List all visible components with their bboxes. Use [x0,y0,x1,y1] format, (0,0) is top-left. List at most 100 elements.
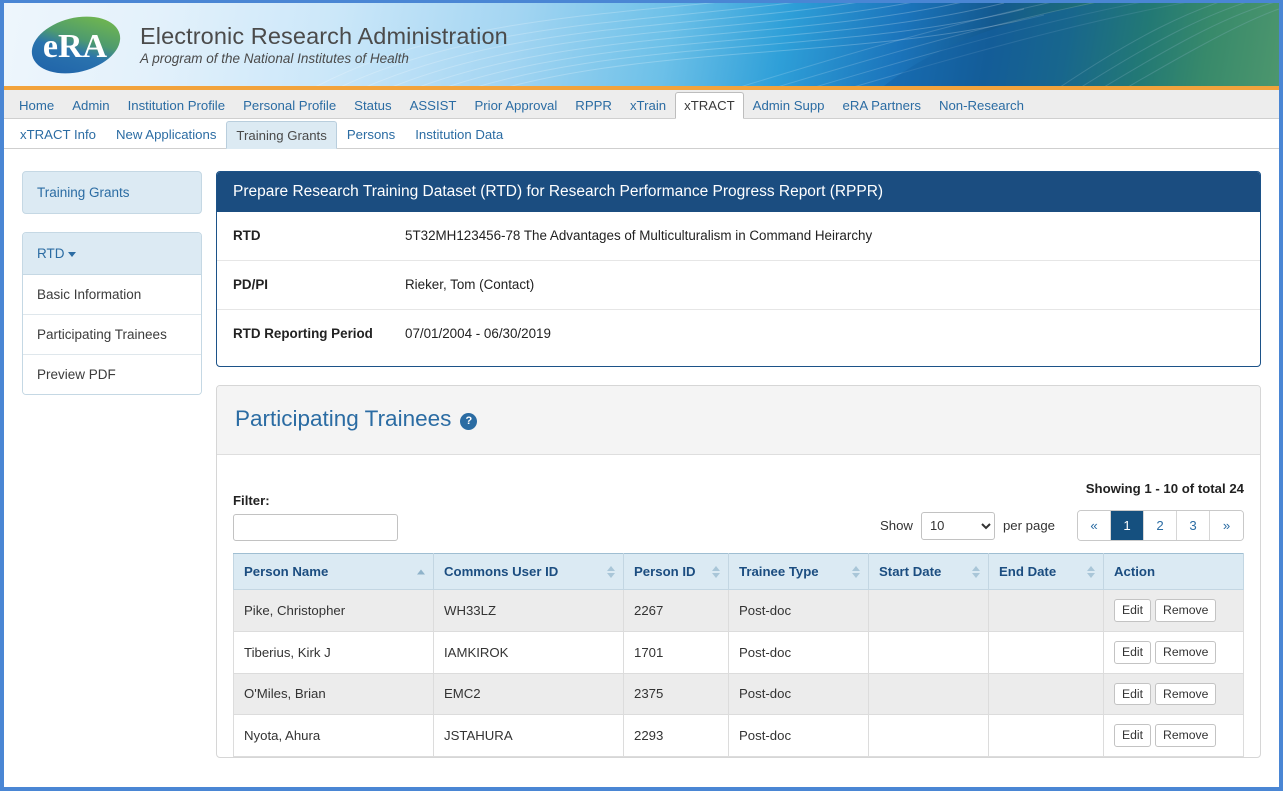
subnav-item-institution-data[interactable]: Institution Data [405,121,513,148]
cell-trainee-type: Post-doc [728,714,869,757]
sidebar-item-preview-pdf[interactable]: Preview PDF [23,355,201,394]
pagination-page-prev[interactable]: « [1078,511,1111,541]
edit-button[interactable]: Edit [1114,682,1152,706]
subnav-item-xtract-info[interactable]: xTRACT Info [10,121,106,148]
rtd-panel: Prepare Research Training Dataset (RTD) … [216,171,1261,368]
rtd-panel-header: Prepare Research Training Dataset (RTD) … [217,172,1260,212]
edit-button[interactable]: Edit [1114,724,1152,747]
remove-button[interactable]: Remove [1155,682,1217,706]
column-header-label: Person ID [634,564,696,580]
cell-trainee-type: Post-doc [728,589,869,632]
nav-item-admin[interactable]: Admin [63,92,118,118]
sidebar-item-training-grants[interactable]: Training Grants [22,171,202,214]
cell-person-name: Tiberius, Kirk J [233,630,434,674]
filter-input[interactable] [233,514,398,542]
sort-both-icon [712,565,720,578]
nav-item-status[interactable]: Status [345,92,400,118]
table-header-row: Person Name Commons User ID Person ID Train… [233,553,1244,591]
column-header-end-date[interactable]: End Date [988,553,1104,591]
per-page-select[interactable]: 102550100 [920,511,995,540]
column-header-label: Action [1114,564,1156,580]
sort-both-icon [852,565,860,578]
sidebar-item-participating-trainees[interactable]: Participating Trainees [23,315,201,355]
column-header-label: End Date [999,564,1057,580]
subnav-item-new-applications[interactable]: New Applications [106,121,226,148]
nav-item-xtrain[interactable]: xTrain [621,92,675,118]
pagination-tools: Showing 1 - 10 of total 24 Show 10255010… [879,481,1244,542]
nav-item-xtract[interactable]: xTRACT [675,92,744,119]
help-icon[interactable]: ? [460,412,478,430]
cell-person-id: 2267 [623,589,729,632]
cell-trainee-type: Post-doc [728,630,869,674]
pager-row: Show 102550100 per page «123» [879,510,1244,542]
rtd-row: RTD Reporting Period 07/01/2004 - 06/30/2… [217,310,1260,366]
column-header-person-id[interactable]: Person ID [623,553,729,591]
chevron-down-icon [67,251,76,257]
nav-item-era-partners[interactable]: eRA Partners [834,92,930,118]
nav-item-non-research[interactable]: Non-Research [930,92,1033,118]
column-header-label: Person Name [244,564,329,580]
primary-navigation: Home Admin Institution Profile Personal Pro… [4,90,1279,119]
nav-item-rppr[interactable]: RPPR [566,92,621,118]
column-header-action: Action [1103,553,1244,591]
remove-button[interactable]: Remove [1155,724,1217,747]
cell-start-date [868,630,989,674]
pagination-page-2[interactable]: 2 [1144,511,1177,541]
sidebar-rtd-header[interactable]: RTD [23,233,201,275]
rtd-row-value: Rieker, Tom (Contact) [405,277,535,293]
column-header-commons-user-id[interactable]: Commons User ID [433,553,624,591]
cell-action: Edit Remove [1103,630,1244,674]
remove-button[interactable]: Remove [1155,599,1217,622]
sidebar-section-label: Training Grants [37,185,130,200]
showing-count: Showing 1 - 10 of total 24 [1085,481,1244,497]
era-logo[interactable]: eRA [28,14,124,76]
pagination-page-1[interactable]: 1 [1111,511,1144,541]
cell-person-name: Nyota, Ahura [233,714,434,757]
show-label: Show [879,518,913,534]
site-banner: eRA Electronic Research Administration A… [4,3,1279,86]
cell-end-date [988,630,1104,674]
page-content: Training Grants RTD Basic Information Par… [4,149,1279,758]
per-page-label: per page [1002,518,1055,534]
edit-button[interactable]: Edit [1114,599,1152,622]
table-row: Tiberius, Kirk J IAMKIROK 1701 Post-doc Edit… [233,630,1244,674]
sidebar-item-basic-information[interactable]: Basic Information [23,275,201,315]
sort-both-icon [972,565,980,578]
nav-item-home[interactable]: Home [10,92,63,118]
trainees-card-header: Participating Trainees ? [217,386,1260,456]
nav-item-prior-approval[interactable]: Prior Approval [465,92,566,118]
column-header-label: Start Date [879,564,942,580]
cell-commons-user-id: JSTAHURA [433,714,624,757]
subnav-item-persons[interactable]: Persons [337,121,405,148]
nav-item-assist[interactable]: ASSIST [401,92,466,118]
table-row: Nyota, Ahura JSTAHURA 2293 Post-doc Edit Remo… [233,714,1244,757]
pagination-page-3[interactable]: 3 [1177,511,1210,541]
rtd-row-label: RTD [233,228,261,243]
sidebar-rtd-label: RTD [37,246,65,261]
remove-button[interactable]: Remove [1155,640,1217,664]
cell-end-date [988,589,1104,632]
trainees-table: Person Name Commons User ID Person ID Train… [233,553,1244,757]
column-header-person-name[interactable]: Person Name [233,553,434,591]
column-header-label: Commons User ID [444,564,559,580]
column-header-start-date[interactable]: Start Date [868,553,989,591]
pagination: «1 2 3» [1077,510,1244,542]
nav-item-admin-supp[interactable]: Admin Supp [744,92,834,118]
pagination-page-next[interactable]: » [1210,511,1243,541]
nav-item-institution-profile[interactable]: Institution Profile [119,92,235,118]
rtd-row: RTD 5T32MH123456-78 The Advantages of Mul… [217,212,1260,262]
cell-person-name: Pike, Christopher [233,589,434,632]
per-page-control: Show 102550100 per page [879,511,1055,540]
cell-start-date [868,714,989,757]
rtd-row-value: 5T32MH123456-78 The Advantages of Multic… [405,228,873,243]
participating-trainees-card: Participating Trainees ? Filter: Showing… [216,385,1261,758]
table-row: Pike, Christopher WH33LZ 2267 Post-doc Edit R… [233,589,1244,632]
svg-text:eRA: eRA [43,28,108,65]
column-header-trainee-type[interactable]: Trainee Type [728,553,869,591]
main-column: Prepare Research Training Dataset (RTD) … [216,171,1261,758]
nav-item-personal-profile[interactable]: Personal Profile [234,92,345,118]
site-subtitle: A program of the National Institutes of … [140,50,409,66]
rtd-row-label: PD/PI [233,277,268,293]
edit-button[interactable]: Edit [1114,640,1152,664]
subnav-item-training-grants[interactable]: Training Grants [226,121,337,149]
